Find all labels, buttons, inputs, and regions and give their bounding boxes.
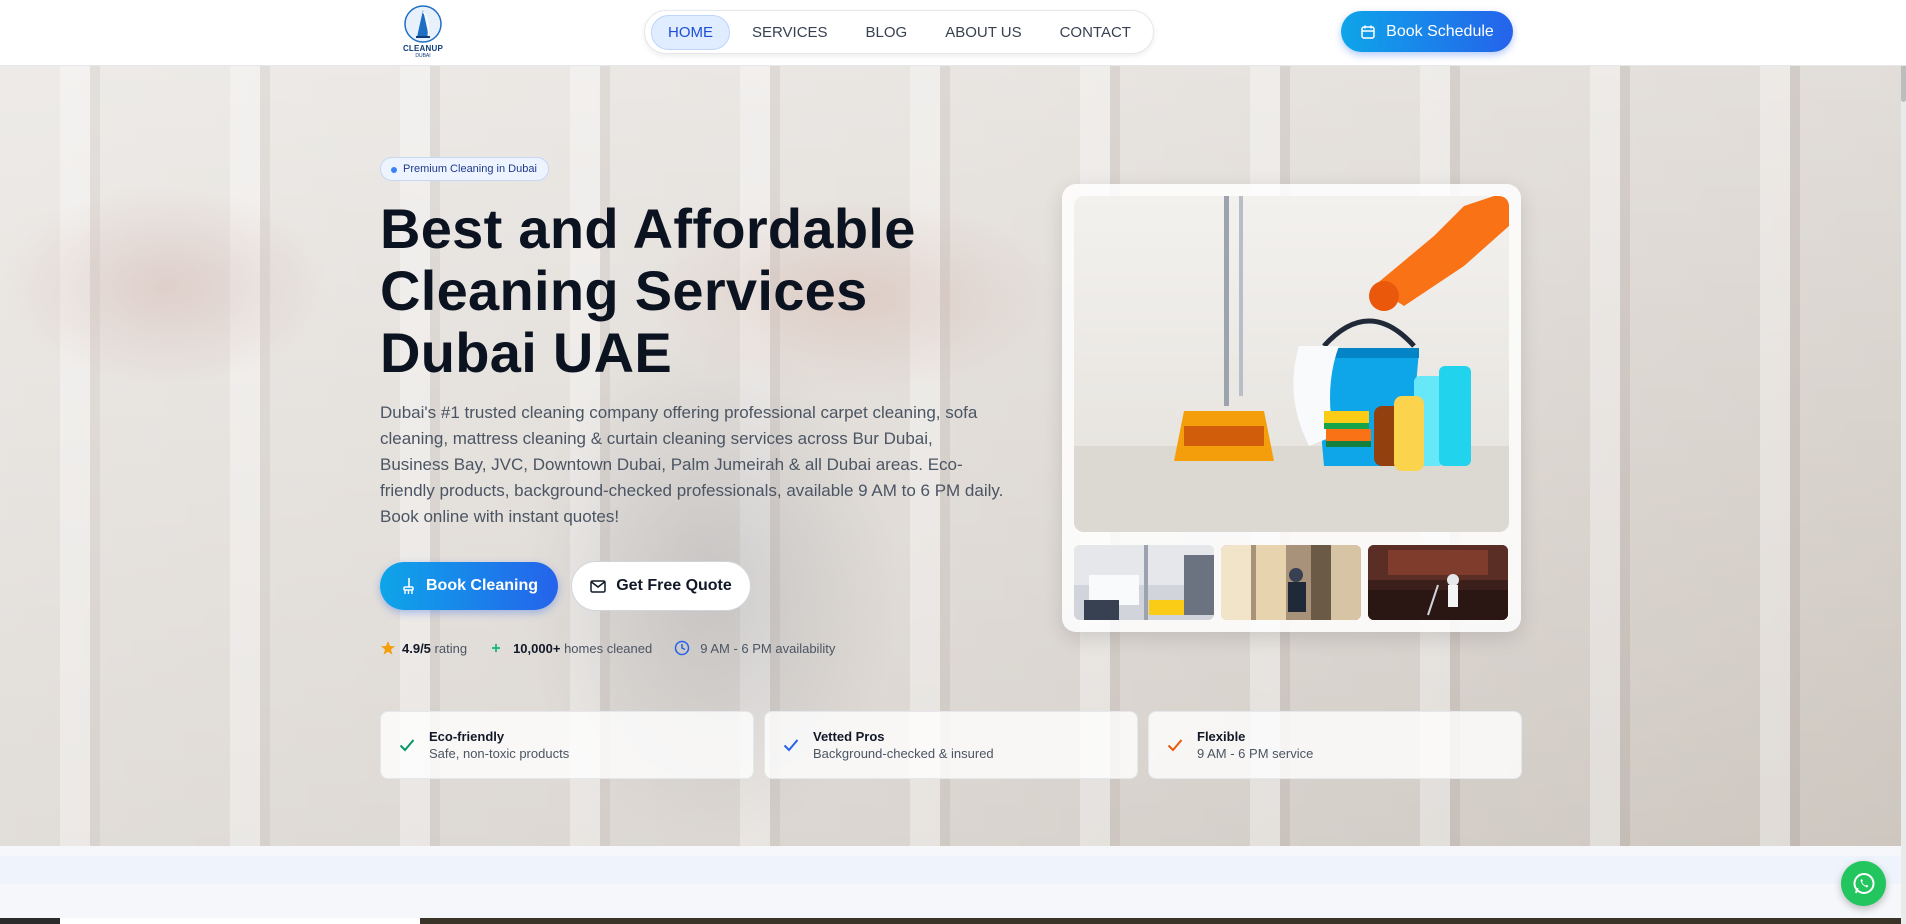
stat-rating-value: 4.9/5 bbox=[402, 640, 431, 656]
hero-description: Dubai's #1 trusted cleaning company offe… bbox=[380, 403, 1004, 526]
cleaning-supplies-image bbox=[1074, 196, 1509, 532]
book-schedule-label: Book Schedule bbox=[1386, 22, 1494, 40]
main-cleaning-photo bbox=[1074, 196, 1509, 532]
feature-title: Vetted Pros bbox=[813, 729, 885, 744]
stat-homes-value: 10,000+ bbox=[513, 640, 561, 656]
main-nav: HOME SERVICES BLOG ABOUT US CONTACT bbox=[644, 10, 1154, 54]
site-logo[interactable]: CLEANUP DUBAI bbox=[400, 4, 446, 60]
stat-rating-label: rating bbox=[434, 640, 468, 656]
hero-stats: 4.9/5 rating 10,000+ homes cleaned 9 AM … bbox=[380, 638, 857, 658]
hero-title-line: Dubai UAE bbox=[380, 321, 673, 384]
feature-title: Flexible bbox=[1197, 729, 1246, 744]
nav-item-home[interactable]: HOME bbox=[651, 14, 730, 50]
check-icon bbox=[1167, 739, 1183, 752]
star-icon bbox=[381, 641, 395, 655]
book-schedule-button[interactable]: Book Schedule bbox=[1341, 11, 1513, 52]
logo-sub: DUBAI bbox=[415, 53, 431, 59]
feature-title: Eco-friendly bbox=[429, 729, 505, 744]
feature-card-flexible: Flexible 9 AM - 6 PM service bbox=[1148, 711, 1522, 779]
stat-availability-label: 9 AM - 6 PM availability bbox=[700, 640, 836, 656]
site-header: CLEANUP DUBAI HOME SERVICES BLOG ABOUT U… bbox=[0, 0, 1906, 66]
feature-card-eco-friendly: Eco-friendly Safe, non-toxic products bbox=[380, 711, 754, 779]
hero-title-line: Cleaning Services bbox=[380, 259, 868, 322]
feature-subtitle: Safe, non-toxic products bbox=[429, 746, 570, 761]
whatsapp-icon bbox=[1853, 872, 1874, 894]
nav-item-blog[interactable]: BLOG bbox=[850, 16, 924, 49]
whatsapp-chat-button[interactable] bbox=[1841, 861, 1886, 906]
stat-homes-label: homes cleaned bbox=[564, 640, 653, 656]
hero-title: Best and Affordable Cleaning Services Du… bbox=[380, 198, 1020, 384]
sparkle-icon bbox=[492, 644, 501, 652]
photo-gallery bbox=[1062, 184, 1521, 632]
mail-icon bbox=[590, 579, 606, 593]
gallery-thumbnail-3[interactable] bbox=[1368, 545, 1508, 620]
gallery-thumbnail-2[interactable] bbox=[1221, 545, 1361, 620]
stat-availability: 9 AM - 6 PM availability bbox=[674, 640, 835, 656]
nav-item-services[interactable]: SERVICES bbox=[736, 16, 844, 49]
nav-item-about-us[interactable]: ABOUT US bbox=[929, 16, 1037, 49]
check-icon bbox=[783, 739, 799, 752]
clock-icon bbox=[674, 640, 690, 656]
stat-rating: 4.9/5 rating bbox=[380, 640, 467, 656]
check-icon bbox=[399, 739, 415, 752]
logo-name: CLEANUP bbox=[402, 44, 444, 53]
get-free-quote-button[interactable]: Get Free Quote bbox=[571, 561, 751, 611]
hero-badge: Premium Cleaning in Dubai bbox=[380, 157, 549, 181]
book-cleaning-button[interactable]: Book Cleaning bbox=[380, 562, 558, 610]
nav-item-contact[interactable]: CONTACT bbox=[1044, 16, 1147, 49]
book-cleaning-label: Book Cleaning bbox=[425, 577, 538, 594]
mop-icon bbox=[403, 578, 414, 594]
feature-card-vetted-pros: Vetted Pros Background-checked & insured bbox=[764, 711, 1138, 779]
feature-subtitle: 9 AM - 6 PM service bbox=[1197, 746, 1314, 761]
hero-title-line: Best and Affordable bbox=[380, 197, 916, 260]
next-section-image-strip bbox=[0, 918, 1906, 924]
feature-subtitle: Background-checked & insured bbox=[813, 746, 994, 761]
get-free-quote-label: Get Free Quote bbox=[616, 577, 732, 594]
gallery-thumbnail-1[interactable] bbox=[1074, 545, 1214, 620]
burj-al-arab-logo-icon bbox=[404, 5, 442, 43]
page-scrollbar[interactable] bbox=[1901, 0, 1906, 924]
calendar-icon bbox=[1361, 25, 1375, 39]
next-section-band bbox=[0, 856, 1906, 884]
stat-homes: 10,000+ homes cleaned bbox=[489, 641, 652, 656]
